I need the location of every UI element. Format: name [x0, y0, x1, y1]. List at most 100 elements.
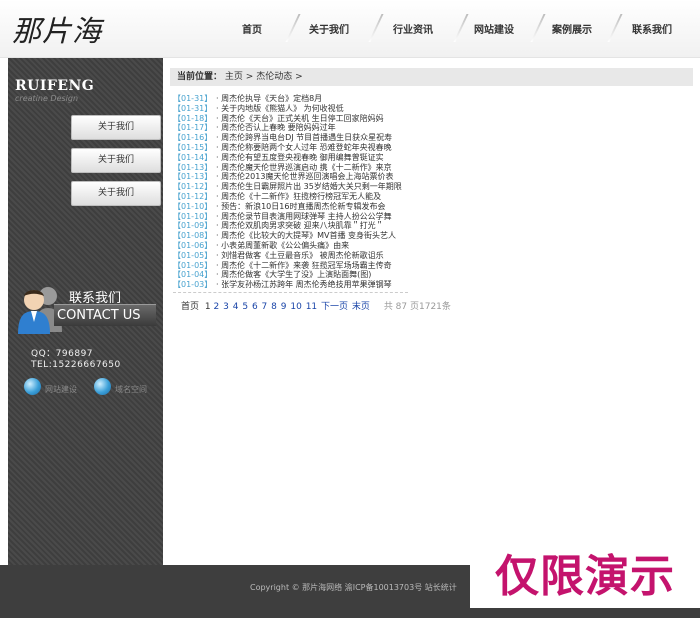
page: 那片海 首页 关于我们 行业资讯 网站建设 案例展示 联系我们 RUIFENG … [0, 0, 700, 618]
demo-watermark: 仅限演示 [470, 546, 700, 608]
news-title[interactable]: · 周杰伦《比较大的大提琴》MV首播 变身街头艺人 [216, 231, 396, 240]
news-title[interactable]: · 小表弟周董新歌《公公偏头痛》由来 [216, 241, 349, 250]
main-content: 当前位置： 主页 > 杰伦动态 > 【01-31】 · 周杰伦执导《天台》定档8月… [163, 58, 700, 565]
news-item[interactable]: 【01-31】 · 关于内地版《熊猫人》 为何收视低 [173, 104, 408, 114]
news-item[interactable]: 【01-04】 · 周杰伦做客《大学生了没》上演貼面舞(图) [173, 270, 408, 280]
sidebar-brand-subtitle: creatine Design [15, 94, 79, 103]
news-item[interactable]: 【01-05】 · 周杰伦《十二新作》来袭 狂揽冠军场场霸主传奇 [173, 261, 408, 271]
pager-info: 共 87 页1721条 [383, 302, 451, 312]
breadcrumb: 当前位置： 主页 > 杰伦动态 > [170, 68, 693, 86]
news-date: 【01-18】 [173, 113, 213, 123]
header: 那片海 首页 关于我们 行业资讯 网站建设 案例展示 联系我们 [0, 0, 700, 58]
breadcrumb-separator: > [295, 72, 303, 82]
breadcrumb-current[interactable]: 杰伦动态 [256, 72, 292, 82]
pager-first[interactable]: 首页 [181, 302, 199, 312]
news-date: 【01-15】 [173, 142, 213, 152]
sidebar-about-button[interactable]: 关于我们 [71, 115, 161, 140]
nav-separator [285, 14, 301, 42]
news-title[interactable]: · 周杰伦执导《天台》定档8月 [216, 94, 322, 103]
pager-current-page: 1 [204, 302, 211, 312]
footer-copyright: Copyright © 那片海网络 渝ICP备10013703号 站长统计 [250, 583, 457, 592]
news-title[interactable]: · 周杰伦双肌肉男求突破 迎来八块肌靠＂打光＂ [216, 221, 384, 230]
news-item[interactable]: 【01-13】 · 周杰伦魔天伦世界巡演启动 携《十二新作》来京 [173, 163, 408, 173]
nav-home[interactable]: 首页 [242, 21, 262, 36]
news-title[interactable]: · 周杰伦魔天伦世界巡演启动 携《十二新作》来京 [216, 163, 392, 172]
news-title[interactable]: · 周杰伦《天台》正式关机 生日停工回家陪妈妈 [216, 114, 384, 123]
news-title[interactable]: · 周杰伦跨界当电台DJ 节目首播遇生日获众星祝寿 [216, 133, 392, 142]
news-item[interactable]: 【01-14】 · 周杰伦有望五度登央视春晚 御用编舞曾铤证实 [173, 153, 408, 163]
news-date: 【01-14】 [173, 152, 213, 162]
nav-separator [453, 14, 469, 42]
sidebar-about-button[interactable]: 关于我们 [71, 148, 161, 173]
news-title[interactable]: · 周杰伦否认上春晚 要陪妈妈过年 [216, 123, 336, 132]
news-title[interactable]: · 周杰伦称要陪两个女人过年 恐难登蛇年央视春晚 [216, 143, 392, 152]
news-title[interactable]: · 周杰伦2013魔天伦世界巡回演唱会上海站票价表 [216, 172, 393, 181]
globe-icon [24, 378, 41, 395]
nav-about[interactable]: 关于我们 [309, 21, 349, 36]
news-item[interactable]: 【01-06】 · 小表弟周董新歌《公公偏头痛》由来 [173, 241, 408, 251]
news-date: 【01-05】 [173, 250, 213, 260]
pager-next[interactable]: 下一页 [321, 302, 348, 312]
news-title[interactable]: · 关于内地版《熊猫人》 为何收视低 [216, 104, 344, 113]
news-item[interactable]: 【01-09】 · 周杰伦双肌肉男求突破 迎来八块肌靠＂打光＂ [173, 221, 408, 231]
pager-page-link[interactable]: 5 [242, 302, 248, 312]
news-item[interactable]: 【01-12】 · 周杰伦生日霸屏照片出 35岁结婚大关只剩一年期限 [173, 182, 408, 192]
pagination: 首页 1 2 3 4 5 6 7 8 9 10 11 下一页 末页 共 87 页… [181, 299, 451, 312]
news-item[interactable]: 【01-10】 · 周杰伦录节目表演用网球弹琴 主持人扮公公学舞 [173, 212, 408, 222]
pager-page-link[interactable]: 10 [290, 302, 301, 312]
nav-separator [607, 14, 623, 42]
news-item[interactable]: 【01-16】 · 周杰伦跨界当电台DJ 节目首播遇生日获众星祝寿 [173, 133, 408, 143]
pager-page-link[interactable]: 6 [252, 302, 258, 312]
main-nav: 首页 关于我们 行业资讯 网站建设 案例展示 联系我们 [210, 0, 700, 58]
news-item[interactable]: 【01-15】 · 周杰伦称要陪两个女人过年 恐难登蛇年央视春晚 [173, 143, 408, 153]
news-date: 【01-06】 [173, 240, 213, 250]
news-item[interactable]: 【01-12】 · 周杰伦《十二新作》狂揽榜行榜冠军无人能及 [173, 192, 408, 202]
sidebar-about-button[interactable]: 关于我们 [71, 181, 161, 206]
news-date: 【01-13】 [173, 172, 213, 182]
news-item[interactable]: 【01-03】 · 张学友孙杨江苏跨年 周杰伦秀绝技用苹果弹钢琴 [173, 280, 408, 290]
news-item[interactable]: 【01-18】 · 周杰伦《天台》正式关机 生日停工回家陪妈妈 [173, 114, 408, 124]
news-date: 【01-08】 [173, 231, 213, 241]
nav-contact[interactable]: 联系我们 [632, 21, 672, 36]
pager-page-link[interactable]: 7 [262, 302, 268, 312]
news-title[interactable]: · 预告：新浪10日16时直播周杰伦新专辑发布会 [216, 202, 385, 211]
pager-page-link[interactable]: 8 [271, 302, 277, 312]
news-title[interactable]: · 周杰伦录节目表演用网球弹琴 主持人扮公公学舞 [216, 212, 392, 221]
pager-page-link[interactable]: 2 [214, 302, 220, 312]
news-title[interactable]: · 刘惜君做客《土豆最音乐》 被周杰伦新歌诅乐 [216, 251, 384, 260]
news-date: 【01-10】 [173, 201, 213, 211]
pager-page-link[interactable]: 4 [233, 302, 239, 312]
news-item[interactable]: 【01-13】 · 周杰伦2013魔天伦世界巡回演唱会上海站票价表 [173, 172, 408, 182]
news-title[interactable]: · 周杰伦做客《大学生了没》上演貼面舞(图) [216, 270, 371, 279]
news-title[interactable]: · 周杰伦《十二新作》狂揽榜行榜冠军无人能及 [216, 192, 381, 201]
news-date: 【01-12】 [173, 182, 213, 192]
news-title[interactable]: · 周杰伦有望五度登央视春晚 御用编舞曾铤证实 [216, 153, 384, 162]
pager-page-link[interactable]: 11 [306, 302, 317, 312]
news-date: 【01-12】 [173, 191, 213, 201]
news-title[interactable]: · 周杰伦生日霸屏照片出 35岁结婚大关只剩一年期限 [216, 182, 402, 191]
site-logo[interactable]: 那片海 [12, 8, 102, 50]
news-item[interactable]: 【01-31】 · 周杰伦执导《天台》定档8月 [173, 94, 408, 104]
sidebar-brand: RUIFENG [15, 78, 95, 94]
news-item[interactable]: 【01-08】 · 周杰伦《比较大的大提琴》MV首播 变身街头艺人 [173, 231, 408, 241]
pager-page-link[interactable]: 3 [223, 302, 229, 312]
breadcrumb-separator: > [245, 72, 254, 82]
sidebar: RUIFENG creatine Design 关于我们 关于我们 关于我们 联… [8, 58, 163, 565]
pager-last[interactable]: 末页 [352, 302, 370, 312]
news-title[interactable]: · 周杰伦《十二新作》来袭 狂揽冠军场场霸主传奇 [216, 261, 392, 270]
breadcrumb-label: 当前位置： [177, 72, 223, 82]
contact-qq: QQ：796897 [31, 349, 94, 359]
nav-cases[interactable]: 案例展示 [552, 21, 592, 36]
news-date: 【01-05】 [173, 260, 213, 270]
news-item[interactable]: 【01-17】 · 周杰伦否认上春晚 要陪妈妈过年 [173, 123, 408, 133]
breadcrumb-home[interactable]: 主页 [225, 72, 243, 82]
news-title[interactable]: · 张学友孙杨江苏跨年 周杰伦秀绝技用苹果弹钢琴 [216, 280, 392, 289]
news-date: 【01-10】 [173, 211, 213, 221]
news-item[interactable]: 【01-10】 · 预告：新浪10日16时直播周杰伦新专辑发布会 [173, 202, 408, 212]
nav-news[interactable]: 行业资讯 [393, 21, 433, 36]
globe-icon [94, 378, 111, 395]
news-date: 【01-16】 [173, 133, 213, 143]
news-item[interactable]: 【01-05】 · 刘惜君做客《土豆最音乐》 被周杰伦新歌诅乐 [173, 251, 408, 261]
pager-page-link[interactable]: 9 [281, 302, 287, 312]
nav-web-build[interactable]: 网站建设 [474, 21, 514, 36]
